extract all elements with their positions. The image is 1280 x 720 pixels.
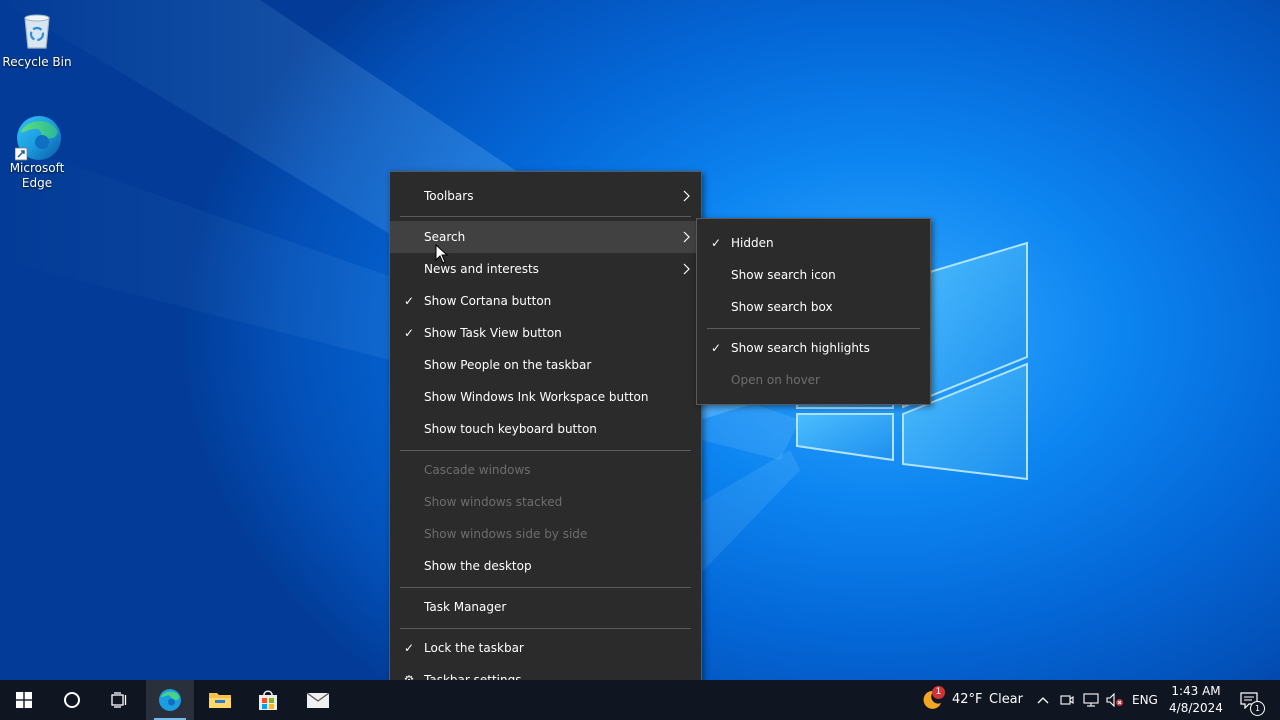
menu-item-label: Show Cortana button xyxy=(424,294,552,308)
meet-now-icon xyxy=(1060,695,1074,705)
menu-item-lock-the-taskbar[interactable]: ✓ Lock the taskbar xyxy=(390,632,701,664)
volume-muted-icon xyxy=(1106,693,1123,707)
start-icon xyxy=(16,692,32,708)
menu-item-label: Show the desktop xyxy=(424,559,532,573)
file-explorer-icon xyxy=(209,693,231,708)
meet-now-button[interactable] xyxy=(1056,680,1078,720)
language-indicator[interactable]: ENG xyxy=(1132,680,1158,720)
start-button[interactable] xyxy=(0,680,48,720)
submenu-item-hidden[interactable]: ✓ Hidden xyxy=(697,227,930,259)
recycle-bin-icon xyxy=(15,8,59,52)
search-submenu: ✓ Hidden Show search icon Show search bo… xyxy=(696,218,931,405)
menu-item-show-people[interactable]: Show People on the taskbar xyxy=(390,349,701,381)
menu-item-task-manager[interactable]: Task Manager xyxy=(390,591,701,623)
menu-item-cascade-windows: Cascade windows xyxy=(390,454,701,486)
mouse-cursor-icon xyxy=(435,244,449,264)
weather-condition: Clear xyxy=(989,692,1023,707)
cortana-button[interactable] xyxy=(48,680,96,720)
menu-separator xyxy=(400,628,691,629)
clock[interactable]: 1:43 AM 4/8/2024 xyxy=(1166,683,1226,717)
submenu-item-open-on-hover: Open on hover xyxy=(697,364,930,396)
menu-item-show-task-view-button[interactable]: ✓ Show Task View button xyxy=(390,317,701,349)
menu-item-show-cortana-button[interactable]: ✓ Show Cortana button xyxy=(390,285,701,317)
menu-item-label: Show windows side by side xyxy=(424,527,588,541)
menu-item-label: Show search icon xyxy=(731,268,836,282)
menu-item-label: Lock the taskbar xyxy=(424,641,524,655)
edge-icon xyxy=(159,689,181,711)
submenu-item-show-search-highlights[interactable]: ✓ Show search highlights xyxy=(697,332,930,364)
checkmark-icon: ✓ xyxy=(403,326,415,340)
menu-item-label: Show touch keyboard button xyxy=(424,422,597,436)
edge-icon xyxy=(14,114,61,161)
menu-item-label: Show search highlights xyxy=(731,341,870,355)
menu-item-label: Search xyxy=(424,230,466,244)
clock-time: 1:43 AM xyxy=(1171,684,1221,698)
menu-separator xyxy=(400,450,691,451)
submenu-item-show-search-box[interactable]: Show search box xyxy=(697,291,930,323)
taskbar: 1 42°F Clear ENG 1:43 AM 4/8/2024 1 xyxy=(0,680,1280,720)
menu-item-label: News and interests xyxy=(424,262,539,276)
file-explorer-button[interactable] xyxy=(196,680,244,720)
menu-separator xyxy=(400,587,691,588)
checkmark-icon: ✓ xyxy=(710,236,722,250)
menu-item-label: Open on hover xyxy=(731,373,820,387)
menu-separator xyxy=(707,328,920,329)
menu-item-show-windows-side-by-side: Show windows side by side xyxy=(390,518,701,550)
checkmark-icon: ✓ xyxy=(403,294,415,308)
menu-item-label: Hidden xyxy=(731,236,774,250)
clock-date: 4/8/2024 xyxy=(1169,701,1223,715)
weather-widget[interactable]: 1 42°F Clear xyxy=(918,680,1024,720)
checkmark-icon: ✓ xyxy=(710,341,722,355)
volume-button[interactable] xyxy=(1104,680,1126,720)
menu-item-label: Show Task View button xyxy=(424,326,562,340)
menu-item-label: Task Manager xyxy=(424,600,507,614)
chevron-up-icon xyxy=(1037,697,1049,704)
chevron-right-icon xyxy=(683,231,690,243)
menu-item-label: Show search box xyxy=(731,300,833,314)
task-view-button[interactable] xyxy=(96,680,144,720)
menu-item-show-windows-stacked: Show windows stacked xyxy=(390,486,701,518)
task-view-icon xyxy=(111,692,127,708)
mail-button[interactable] xyxy=(294,680,342,720)
desktop-icon-microsoft-edge[interactable]: Microsoft Edge xyxy=(1,114,73,191)
mail-icon xyxy=(306,692,330,708)
desktop-icon-label-line2: Edge xyxy=(21,176,53,190)
menu-item-label: Show windows stacked xyxy=(424,495,563,509)
menu-item-label: Toolbars xyxy=(424,189,474,203)
action-center-button[interactable]: 1 xyxy=(1234,680,1265,720)
weather-temperature: 42°F xyxy=(952,692,983,707)
desktop-icon-label: Recycle Bin xyxy=(2,55,72,69)
menu-item-label: Show People on the taskbar xyxy=(424,358,592,372)
menu-item-show-the-desktop[interactable]: Show the desktop xyxy=(390,550,701,582)
menu-item-show-touch-keyboard[interactable]: Show touch keyboard button xyxy=(390,413,701,445)
network-button[interactable] xyxy=(1080,680,1102,720)
show-hidden-icons-button[interactable] xyxy=(1032,680,1054,720)
menu-item-label: Show Windows Ink Workspace button xyxy=(424,390,649,404)
menu-separator xyxy=(400,216,691,217)
chevron-right-icon xyxy=(683,263,690,275)
menu-item-show-windows-ink[interactable]: Show Windows Ink Workspace button xyxy=(390,381,701,413)
notification-count-badge: 1 xyxy=(1250,701,1265,716)
menu-item-label: Cascade windows xyxy=(424,463,531,477)
store-button[interactable] xyxy=(244,680,292,720)
network-icon xyxy=(1083,693,1099,707)
desktop-icon-label-line1: Microsoft xyxy=(9,161,65,175)
desktop-icon-recycle-bin[interactable]: Recycle Bin xyxy=(1,8,73,70)
taskbar-edge-button[interactable] xyxy=(146,680,194,720)
submenu-item-show-search-icon[interactable]: Show search icon xyxy=(697,259,930,291)
weather-badge: 1 xyxy=(932,686,945,699)
chevron-right-icon xyxy=(683,190,690,202)
checkmark-icon: ✓ xyxy=(403,641,415,655)
menu-item-toolbars[interactable]: Toolbars xyxy=(390,180,701,212)
store-icon xyxy=(259,690,277,710)
cortana-icon xyxy=(64,692,80,708)
